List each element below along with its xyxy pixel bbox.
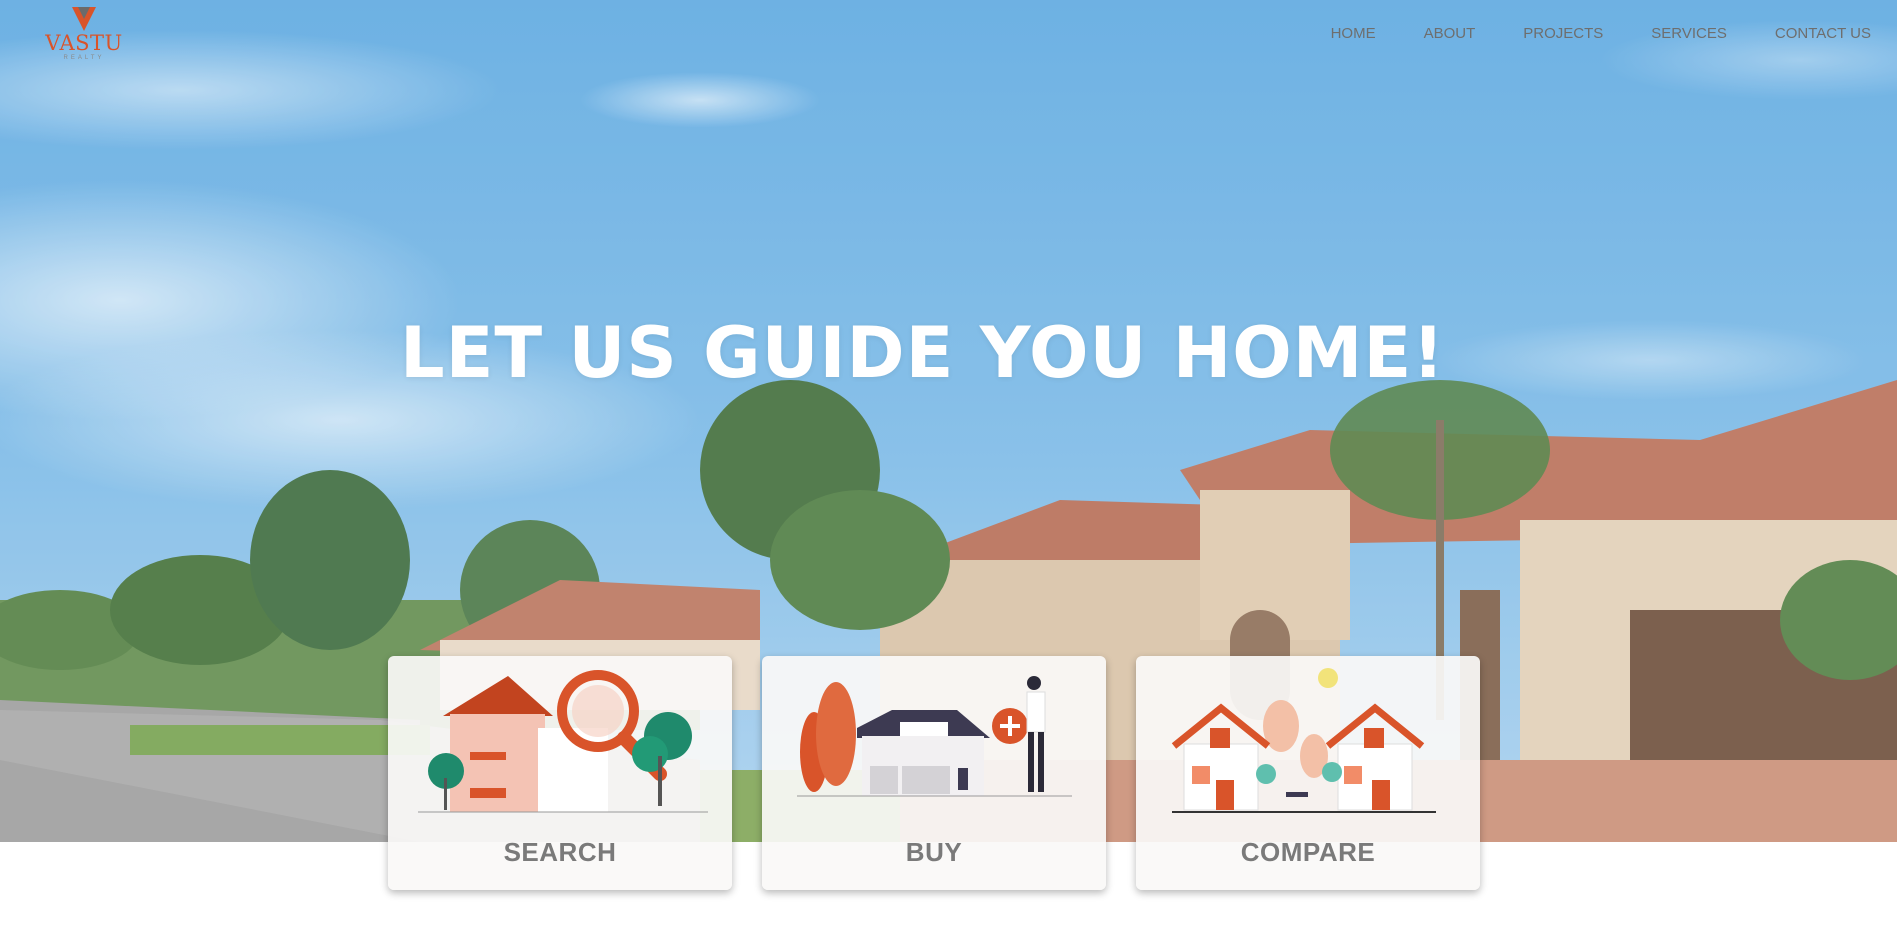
main-nav: HOME ABOUT PROJECTS SERVICES CONTACT US (1283, 24, 1871, 44)
brand-tagline: REALTY (63, 55, 105, 61)
buy-card[interactable]: BUY (762, 656, 1106, 890)
two-houses-icon (1171, 668, 1436, 813)
nav-about[interactable]: ABOUT (1376, 24, 1476, 44)
brand-logo[interactable]: VASTU REALTY (44, 6, 124, 62)
search-card[interactable]: SEARCH (388, 656, 732, 890)
house-magnifier-icon (418, 670, 708, 813)
compare-card[interactable]: COMPARE (1136, 656, 1480, 890)
buy-label: BUY (905, 837, 963, 867)
logo-v-icon (72, 7, 96, 31)
nav-services[interactable]: SERVICES (1603, 24, 1727, 44)
search-label: SEARCH (503, 837, 617, 867)
house-buyer-icon (797, 676, 1072, 797)
nav-projects[interactable]: PROJECTS (1475, 24, 1603, 44)
action-cards: SEARCH BUY COMPARE (388, 656, 1480, 890)
compare-label: COMPARE (1240, 837, 1376, 867)
brand-name: VASTU (45, 31, 123, 55)
hero-headline: LET US GUIDE YOU HOME! (400, 312, 1446, 394)
nav-contact-us[interactable]: CONTACT US (1727, 24, 1871, 44)
nav-home[interactable]: HOME (1283, 24, 1376, 44)
